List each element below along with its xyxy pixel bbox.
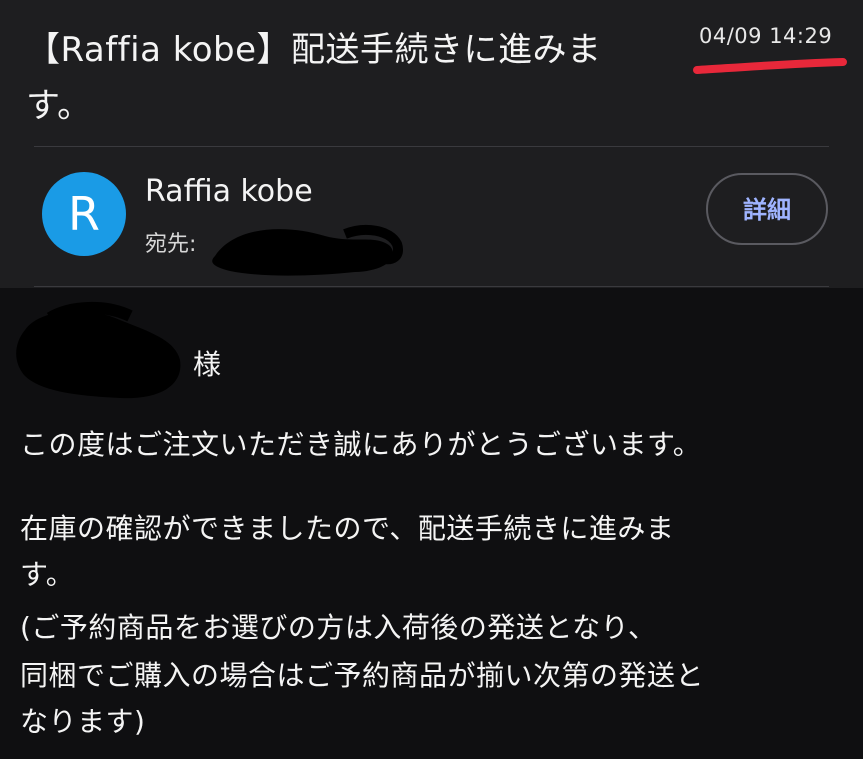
redaction-scribble: [16, 302, 181, 399]
divider: [34, 146, 829, 147]
email-header: 【Raffia kobe】配送手続きに進みます。 04/09 14:29 R R…: [0, 0, 863, 288]
body-line: なります): [20, 705, 146, 738]
body-line: 同梱でご購入の場合はご予約商品が揃い次第の発送と: [20, 659, 705, 692]
red-underline-annotation: [693, 58, 847, 74]
recipient-label: 宛先:: [145, 232, 197, 257]
details-button[interactable]: 詳細: [706, 173, 828, 245]
divider: [34, 286, 829, 287]
body-line: す。: [20, 558, 75, 591]
redaction-scribble: [212, 224, 403, 276]
email-date: 04/09 14:29: [699, 24, 833, 48]
body-line: 在庫の確認ができましたので、配送手続きに進みま: [20, 512, 675, 545]
salutation-suffix: 様: [193, 348, 222, 381]
email-subject: 【Raffia kobe】配送手続きに進みます。: [26, 30, 602, 126]
body-line: (ご予約商品をお選びの方は入荷後の発送となり、: [20, 611, 657, 644]
avatar[interactable]: R: [42, 172, 126, 256]
sender-name[interactable]: Raffia kobe: [145, 172, 313, 212]
body-line: この度はご注文いただき誠にありがとうございます。: [20, 428, 702, 461]
